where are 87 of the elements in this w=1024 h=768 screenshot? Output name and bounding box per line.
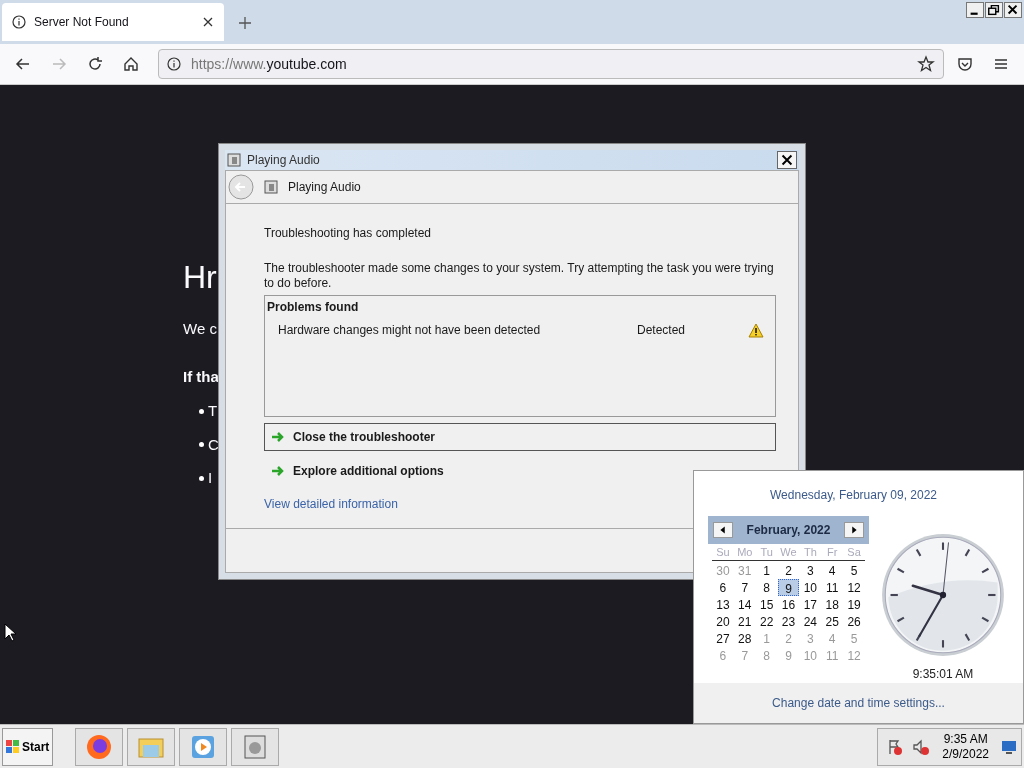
bullet-text: I <box>208 468 213 488</box>
weekday-label: We <box>779 545 798 560</box>
mouse-cursor-icon <box>4 623 16 642</box>
bullet-icon <box>199 408 204 414</box>
start-button[interactable]: Start <box>2 727 54 766</box>
bullet-text: C <box>208 434 219 455</box>
url-text: https://www.youtube.com <box>191 54 348 74</box>
star-icon[interactable] <box>917 55 935 73</box>
firefox-icon[interactable] <box>85 732 114 761</box>
calendar-day[interactable]: 17 <box>799 596 822 613</box>
info-icon <box>167 57 181 71</box>
calendar-day[interactable]: 25 <box>821 613 844 630</box>
calendar-day[interactable]: 3 <box>799 562 822 579</box>
clock-time: 9:35:01 AM <box>912 666 974 683</box>
calendar-day[interactable]: 10 <box>799 579 822 596</box>
date-line: Wednesday, February 09, 2022 <box>769 487 938 504</box>
close-icon[interactable] <box>777 151 797 169</box>
arrow-icon <box>271 431 285 443</box>
calendar-day[interactable]: 1 <box>755 562 778 579</box>
calendar-day[interactable]: 14 <box>733 596 756 613</box>
calendar-day[interactable]: 28 <box>733 630 756 647</box>
month-title: February, 2022 <box>746 522 831 539</box>
calendar-day[interactable]: 27 <box>712 630 734 647</box>
action-link[interactable]: Close the troubleshooter <box>264 423 776 451</box>
home-icon[interactable] <box>122 55 140 73</box>
calendar-day[interactable]: 18 <box>821 596 844 613</box>
restore-icon[interactable] <box>985 2 1003 18</box>
problem-text: Hardware changes might not have been detected <box>278 322 542 339</box>
arrow-icon <box>271 465 285 477</box>
previous-icon[interactable] <box>713 522 733 538</box>
window-title: Playing Audio <box>247 152 321 169</box>
windows-logo-icon <box>6 739 20 754</box>
bullet-icon <box>199 442 204 448</box>
close-icon[interactable] <box>1004 2 1022 18</box>
details-link[interactable]: View detailed information <box>264 495 398 513</box>
calendar-day[interactable]: 19 <box>843 596 865 613</box>
flag-icon[interactable] <box>886 737 905 756</box>
calendar-day[interactable]: 24 <box>799 613 822 630</box>
calendar-day[interactable]: 26 <box>843 613 865 630</box>
address-bar[interactable]: https://www.youtube.com <box>158 49 944 79</box>
calendar-day[interactable]: 8 <box>755 579 778 596</box>
weekday-label: Mo <box>736 545 754 560</box>
bullet-icon <box>199 475 204 481</box>
next-icon[interactable] <box>844 522 864 538</box>
calendar-day[interactable]: 20 <box>712 613 734 630</box>
taskbar-date: 2/9/2022 <box>942 746 989 762</box>
calendar-day[interactable]: 2 <box>777 562 800 579</box>
calendar-day[interactable]: 7 <box>733 579 756 596</box>
weekday-label: Th <box>802 545 818 560</box>
page-heading: Hr <box>183 258 218 296</box>
calendar-day[interactable]: 21 <box>733 613 756 630</box>
minimize-icon[interactable] <box>966 2 984 18</box>
browser-tab[interactable]: Server Not Found <box>2 3 224 41</box>
warning-icon <box>748 322 764 338</box>
close-icon[interactable] <box>202 16 214 28</box>
page-bold-line: If tha <box>183 366 219 387</box>
nav-title: Playing Audio <box>288 179 361 196</box>
calendar-day[interactable]: 23 <box>777 613 800 630</box>
weekday-label: Sa <box>846 545 862 560</box>
info-icon <box>12 15 26 29</box>
action-link[interactable]: Explore additional options <box>264 457 776 485</box>
pocket-icon[interactable] <box>956 55 974 73</box>
desktop-icon[interactable] <box>1001 738 1017 755</box>
calendar-day[interactable]: 13 <box>712 596 734 613</box>
calendar-day[interactable]: 16 <box>777 596 800 613</box>
calendar-day[interactable]: 12 <box>843 579 865 596</box>
calendar-day[interactable]: 22 <box>755 613 778 630</box>
status-message: The troubleshooter made some changes to your system. Try attempting the task you were trying to do before. <box>264 261 775 291</box>
calendar-day[interactable]: 11 <box>821 579 844 596</box>
bullet-text: T <box>208 401 218 421</box>
panel-header: Problems found <box>267 299 360 316</box>
calendar-day[interactable]: 6 <box>712 579 734 596</box>
calendar-day[interactable]: 15 <box>755 596 778 613</box>
taskbar-time: 9:35 AM <box>943 731 988 747</box>
calendar-day[interactable]: 4 <box>821 562 844 579</box>
calendar-day[interactable]: 5 <box>843 562 865 579</box>
calendar-day[interactable]: 9 <box>777 579 800 596</box>
weekday-label: Fr <box>826 545 839 560</box>
weekday-label: Su <box>715 545 731 560</box>
reload-icon[interactable] <box>86 55 104 73</box>
speaker-muted-icon[interactable] <box>912 737 931 756</box>
weekday-label: Tu <box>759 545 774 560</box>
problem-status: Detected <box>637 322 687 339</box>
plus-icon[interactable] <box>238 16 252 30</box>
tab-title: Server Not Found <box>34 14 130 31</box>
page-paragraph: We c <box>183 319 218 339</box>
status-heading: Troubleshooting has completed <box>264 225 432 242</box>
